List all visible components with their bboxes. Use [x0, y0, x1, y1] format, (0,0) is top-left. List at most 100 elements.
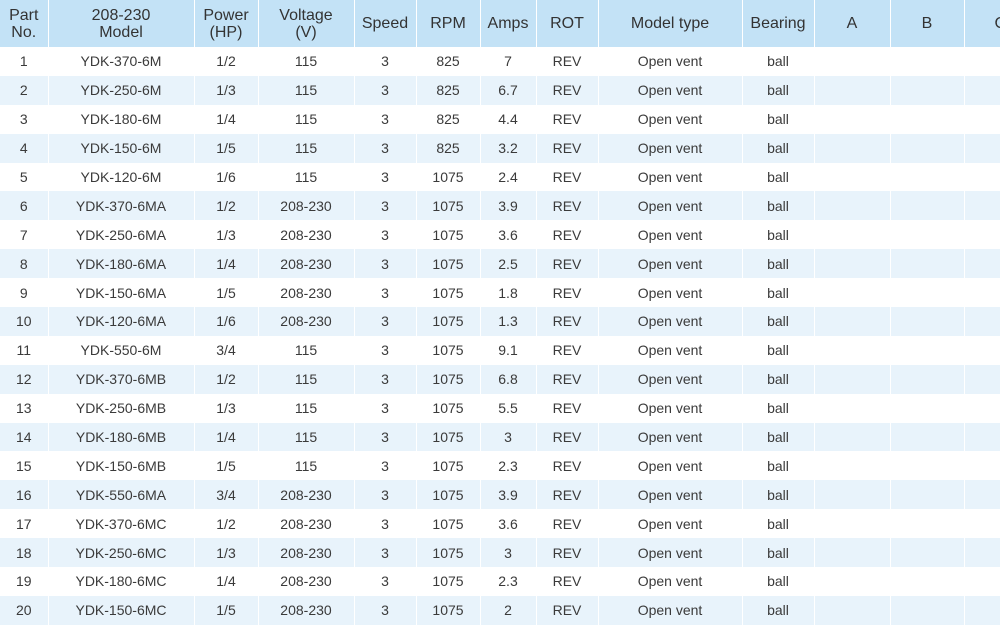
- cell-b: [890, 133, 965, 163]
- cell-bearing: ball: [742, 249, 815, 279]
- cell-b: [890, 220, 965, 250]
- cell-c: [964, 451, 1000, 480]
- cell-b: [890, 480, 965, 510]
- header-c: C: [964, 0, 1000, 47]
- cell-speed: 3: [354, 509, 417, 539]
- cell-bearing: ball: [742, 75, 815, 105]
- table-header: Part No. 208-230 Model Power (HP) Voltage (V…: [0, 0, 1000, 47]
- cell-part-no: 8: [0, 249, 49, 279]
- cell-model-type: Open vent: [598, 278, 743, 308]
- cell-a: [814, 307, 891, 336]
- cell-c: [964, 105, 1000, 134]
- cell-voltage: 115: [258, 75, 355, 105]
- cell-model: YDK-150-6M: [48, 133, 195, 163]
- cell-rot: REV: [536, 595, 599, 625]
- cell-model-type: Open vent: [598, 509, 743, 539]
- table-row: 14 YDK-180-6MB 1/4 115 3 1075 3 REV Open vent bal…: [0, 422, 1000, 452]
- cell-amps: 2.4: [480, 162, 537, 192]
- cell-rpm: 1075: [416, 422, 481, 452]
- table-row: 15 YDK-150-6MB 1/5 115 3 1075 2.3 REV Open vent b…: [0, 451, 1000, 481]
- cell-amps: 5.5: [480, 393, 537, 423]
- cell-bearing: ball: [742, 104, 815, 134]
- cell-amps: 6.7: [480, 75, 537, 105]
- cell-rot: REV: [536, 162, 599, 192]
- cell-a: [814, 422, 891, 452]
- cell-model: YDK-550-6M: [48, 335, 195, 365]
- cell-bearing: ball: [742, 509, 815, 539]
- cell-model-type: Open vent: [598, 162, 743, 192]
- cell-rot: REV: [536, 422, 599, 452]
- cell-speed: 3: [354, 567, 417, 596]
- cell-rpm: 1075: [416, 191, 481, 221]
- cell-speed: 3: [354, 538, 417, 568]
- cell-voltage: 115: [258, 162, 355, 192]
- header-voltage-line1: Voltage: [279, 6, 333, 24]
- cell-a: [814, 567, 891, 596]
- cell-rot: REV: [536, 451, 599, 481]
- cell-bearing: ball: [742, 567, 815, 596]
- header-voltage-line2: (V): [295, 23, 317, 41]
- table-row: 7 YDK-250-6MA 1/3 208-230 3 1075 3.6 REV Open ve…: [0, 220, 1000, 250]
- cell-c: [964, 278, 1000, 307]
- header-power-line1: Power: [203, 6, 249, 24]
- cell-amps: 2.3: [480, 567, 537, 596]
- cell-part-no: 2: [0, 75, 49, 105]
- cell-voltage: 115: [258, 422, 355, 452]
- cell-rpm: 825: [416, 133, 481, 163]
- cell-a: [814, 364, 891, 394]
- cell-voltage: 208-230: [258, 567, 355, 596]
- cell-part-no: 6: [0, 191, 49, 221]
- cell-voltage: 208-230: [258, 538, 355, 568]
- cell-b: [890, 307, 965, 336]
- cell-a: [814, 335, 891, 365]
- cell-c: [964, 191, 1000, 220]
- cell-model-type: Open vent: [598, 364, 743, 394]
- cell-c: [964, 423, 1000, 452]
- cell-model: YDK-180-6MA: [48, 249, 195, 279]
- cell-a: [814, 220, 891, 250]
- cell-b: [890, 538, 965, 568]
- cell-model-type: Open vent: [598, 335, 743, 365]
- cell-voltage: 208-230: [258, 480, 355, 510]
- cell-a: [814, 75, 891, 105]
- cell-model: YDK-150-6MB: [48, 451, 195, 481]
- cell-rot: REV: [536, 191, 599, 221]
- cell-power: 1/2: [194, 364, 259, 394]
- cell-model: YDK-150-6MC: [48, 595, 195, 625]
- cell-part-no: 17: [0, 509, 49, 539]
- cell-a: [814, 104, 891, 134]
- cell-rot: REV: [536, 307, 599, 336]
- header-model: 208-230 Model: [48, 0, 195, 47]
- header-speed: Speed: [354, 0, 417, 47]
- header-part-no-line2: No.: [11, 23, 37, 41]
- cell-speed: 3: [354, 191, 417, 221]
- cell-b: [890, 422, 965, 452]
- cell-speed: 3: [354, 307, 417, 336]
- cell-speed: 3: [354, 162, 417, 192]
- cell-model-type: Open vent: [598, 451, 743, 481]
- cell-model-type: Open vent: [598, 75, 743, 105]
- cell-a: [814, 278, 891, 308]
- cell-model-type: Open vent: [598, 220, 743, 250]
- cell-rot: REV: [536, 393, 599, 423]
- cell-a: [814, 133, 891, 163]
- cell-rot: REV: [536, 364, 599, 394]
- cell-speed: 3: [354, 47, 417, 76]
- cell-part-no: 20: [0, 595, 49, 625]
- cell-model: YDK-150-6MA: [48, 278, 195, 308]
- cell-b: [890, 335, 965, 365]
- cell-power: 1/5: [194, 133, 259, 163]
- cell-rpm: 1075: [416, 220, 481, 250]
- table-row: 20 YDK-150-6MC 1/5 208-230 3 1075 2 REV Open ven…: [0, 595, 1000, 625]
- cell-speed: 3: [354, 335, 417, 365]
- cell-voltage: 115: [258, 104, 355, 134]
- cell-rpm: 1075: [416, 393, 481, 423]
- cell-c: [964, 307, 1000, 336]
- cell-bearing: ball: [742, 278, 815, 308]
- cell-amps: 2: [480, 595, 537, 625]
- cell-model-type: Open vent: [598, 307, 743, 336]
- cell-part-no: 16: [0, 480, 49, 510]
- table-row: 16 YDK-550-6MA 3/4 208-230 3 1075 3.9 REV Open v…: [0, 480, 1000, 510]
- table-row: 5 YDK-120-6M 1/6 115 3 1075 2.4 REV Open vent bal…: [0, 162, 1000, 192]
- cell-voltage: 115: [258, 393, 355, 423]
